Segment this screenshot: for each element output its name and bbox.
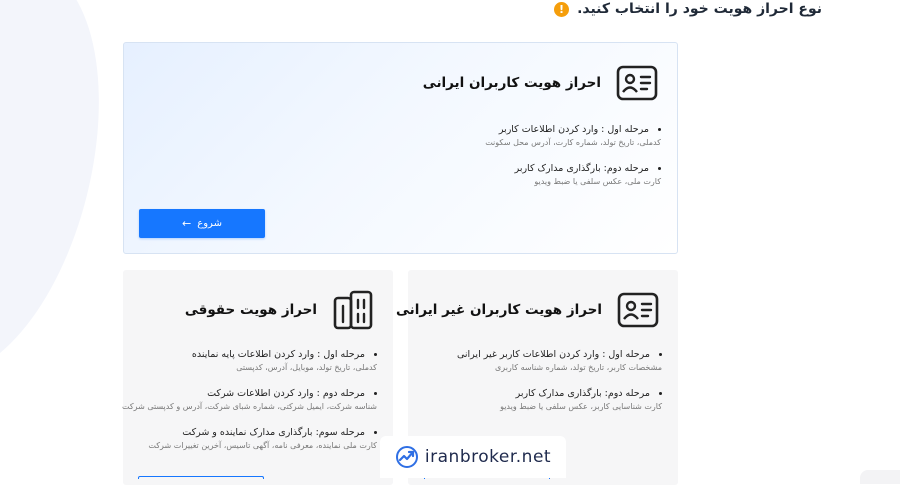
step-description: کارت ملی، عکس سلفی یا ضبط ویدیو bbox=[534, 177, 661, 186]
step-title: مرحله دوم: بارگذاری مدارک کاربر bbox=[514, 163, 649, 174]
step-description: شناسه شرکت، ایمیل شرکتی، شماره شبای شرکت… bbox=[122, 402, 377, 411]
step-title: مرحله اول : وارد کردن اطلاعات پایه نماین… bbox=[191, 349, 365, 360]
card-title: احراز هویت حقوقی bbox=[184, 302, 317, 318]
start-button[interactable]: شروع ← bbox=[139, 209, 265, 238]
corner-decoration bbox=[860, 470, 900, 484]
step-title: مرحله دوم : وارد کردن اطلاعات شرکت bbox=[207, 388, 365, 399]
steps-list: مرحله اول : وارد کردن اطلاعات پایه نماین… bbox=[122, 348, 377, 465]
page-title: نوع احراز هویت خود را انتخاب کنید. bbox=[577, 1, 822, 17]
step-title: مرحله سوم: بارگذاری مدارک نماینده و شرکت bbox=[182, 427, 365, 438]
list-item: مرحله دوم: بارگذاری مدارک کاربر کارت شنا… bbox=[457, 387, 663, 414]
step-description: کدملی، تاریخ تولد، شماره کارت، آدرس محل … bbox=[485, 138, 661, 147]
list-item: مرحله اول : وارد کردن اطلاعات کاربر غیر … bbox=[456, 348, 663, 375]
list-item: مرحله اول : وارد کردن اطلاعات پایه نماین… bbox=[122, 348, 377, 375]
steps-list: مرحله اول : وارد کردن اطلاعات کاربر غیر … bbox=[456, 348, 663, 426]
arrow-left-icon: ← bbox=[182, 217, 192, 230]
card-title: احراز هویت کاربران ایرانی bbox=[422, 75, 601, 91]
list-item: مرحله دوم : وارد کردن اطلاعات شرکت شناسه… bbox=[122, 387, 377, 414]
list-item: مرحله دوم: بارگذاری مدارک کاربر کارت ملی… bbox=[485, 162, 661, 189]
building-icon bbox=[333, 290, 373, 330]
steps-list: مرحله اول : وارد کردن اطلاعات کاربر کدمل… bbox=[485, 123, 661, 201]
step-description: کارت ملی نماینده، معرفی نامه، آگهی تاسیس… bbox=[148, 441, 377, 450]
step-description: مشخصات کاربر، تاریخ تولد، شماره شناسه کا… bbox=[495, 363, 662, 372]
trend-logo-icon bbox=[395, 446, 418, 468]
card-header: احراز هویت کاربران ایرانی bbox=[423, 61, 659, 105]
card-header: احراز هویت حقوقی bbox=[185, 288, 375, 332]
step-description: کدملی، تاریخ تولد، موبایل، آدرس، کدپستی bbox=[236, 363, 377, 372]
watermark-text: iranbroker.net bbox=[424, 447, 552, 467]
card-legal-entity[interactable]: احراز هویت حقوقی مرحله اول : وارد کردن ا… bbox=[122, 270, 393, 485]
info-icon: ! bbox=[554, 1, 570, 17]
id-card-icon bbox=[617, 292, 659, 328]
list-item: مرحله سوم: بارگذاری مدارک نماینده و شرکت… bbox=[122, 426, 377, 453]
step-title: مرحله اول : وارد کردن اطلاعات کاربر bbox=[498, 124, 649, 135]
page-heading: ! نوع احراز هویت خود را انتخاب کنید. bbox=[554, 0, 822, 18]
card-title: احراز هویت کاربران غیر ایرانی bbox=[395, 302, 602, 318]
start-button-label: شروع bbox=[197, 218, 222, 229]
card-header: احراز هویت کاربران غیر ایرانی bbox=[396, 288, 660, 332]
step-title: مرحله اول : وارد کردن اطلاعات کاربر غیر … bbox=[456, 349, 650, 360]
list-item: مرحله اول : وارد کردن اطلاعات کاربر کدمل… bbox=[485, 123, 661, 150]
background-shape bbox=[0, 0, 138, 400]
step-title: مرحله دوم: بارگذاری مدارک کاربر bbox=[515, 388, 650, 399]
watermark: iranbroker.net bbox=[380, 436, 566, 478]
card-iranian-users[interactable]: احراز هویت کاربران ایرانی مرحله اول : وا… bbox=[123, 42, 678, 254]
step-description: کارت شناسایی کاربر، عکس سلفی یا ضبط ویدی… bbox=[500, 402, 662, 411]
id-card-icon bbox=[616, 65, 658, 101]
